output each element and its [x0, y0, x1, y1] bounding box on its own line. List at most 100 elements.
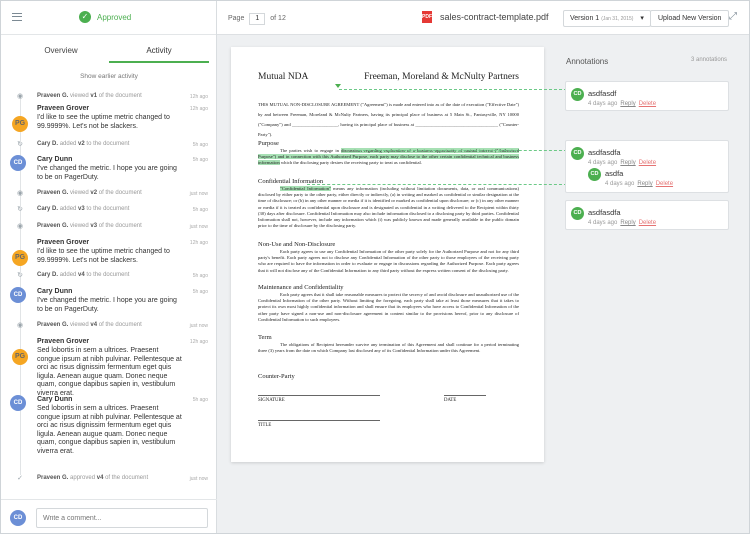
highlighted-text[interactable]: "Confidential Information" [280, 186, 331, 191]
menu-icon[interactable] [12, 13, 22, 21]
activity-event: ◉ Praveen G. viewed v3 of the document j… [1, 222, 217, 234]
signature-line [258, 395, 380, 396]
author-name[interactable]: Praveen Grover [37, 105, 89, 112]
annotation-meta: 4 days ago Reply Delete [588, 101, 656, 107]
comment-input[interactable] [36, 508, 208, 528]
text: means any information (including without… [258, 186, 519, 229]
annotation-card[interactable]: CD asdfasdf 4 days ago Reply Delete [565, 81, 729, 111]
avatar: CD [10, 395, 26, 411]
version-link[interactable]: v4 [97, 475, 104, 481]
version-link[interactable]: v3 [90, 223, 97, 229]
annotation-text: asdfasdf [588, 89, 617, 98]
delete-link[interactable]: Delete [656, 181, 673, 187]
verb: viewed [70, 190, 89, 196]
author-name[interactable]: Praveen Grover [37, 338, 89, 345]
reply-link[interactable]: Reply [637, 181, 652, 187]
timestamp: 5h ago [192, 157, 208, 163]
reply-link[interactable]: Reply [620, 220, 635, 226]
verb: approved [70, 475, 96, 481]
event-text: to the document [86, 272, 130, 278]
version-link[interactable]: v1 [90, 93, 97, 99]
check-icon: ✓ [17, 474, 23, 482]
sidebar-tabs: Overview Activity [1, 45, 217, 63]
timestamp: 5h ago [192, 207, 208, 213]
tab-activity[interactable]: Activity [109, 45, 209, 63]
pdf-file-icon: PDF [422, 11, 432, 23]
reply-link[interactable]: Reply [620, 101, 635, 107]
actor[interactable]: Praveen G. [37, 475, 68, 481]
expand-icon[interactable]: ⤢ [729, 11, 737, 22]
show-earlier-link[interactable]: Show earlier activity [1, 73, 217, 80]
message-body: I'd like to see the uptime metric change… [37, 248, 170, 264]
actor[interactable]: Praveen G. [37, 93, 68, 99]
actor[interactable]: Praveen G. [37, 322, 68, 328]
delete-link[interactable]: Delete [639, 101, 656, 107]
timestamp: 4 days ago [605, 181, 635, 187]
timestamp: just now [189, 476, 208, 482]
section-heading: Non-Use and Non-Disclosure [258, 241, 336, 248]
eye-icon: ◉ [16, 222, 24, 230]
file-title: PDF sales-contract-template.pdf [422, 11, 549, 23]
version-link[interactable]: v4 [78, 272, 85, 278]
event-text: to the document [86, 206, 130, 212]
eye-icon: ◉ [16, 189, 24, 197]
sync-icon: ↻ [17, 271, 23, 279]
annotation-card[interactable]: CD asdfasdfa 4 days ago Reply Delete [565, 200, 729, 230]
document-viewer: Page 1 of 12 PDF sales-contract-template… [217, 1, 749, 533]
verb: viewed [70, 322, 89, 328]
activity-event: ↻ Cary D. added v3 to the document 5h ag… [1, 205, 217, 217]
sync-icon: ↻ [17, 205, 23, 213]
actor[interactable]: Praveen G. [37, 223, 68, 229]
avatar: CD [571, 207, 584, 220]
actor[interactable]: Cary D. [37, 141, 58, 147]
annotation-connector [339, 89, 567, 90]
actor[interactable]: Cary D. [37, 272, 58, 278]
delete-link[interactable]: Delete [639, 220, 656, 226]
actor[interactable]: Praveen G. [37, 190, 68, 196]
version-link[interactable]: v4 [90, 322, 97, 328]
author-name[interactable]: Cary Dunn [37, 156, 72, 163]
annotation-marker[interactable] [335, 84, 341, 88]
eye-icon: ◉ [16, 321, 24, 329]
author-name[interactable]: Cary Dunn [37, 288, 72, 295]
section-heading: Purpose [258, 140, 279, 147]
verb: added [59, 272, 77, 278]
actor[interactable]: Cary D. [37, 206, 58, 212]
viewer-toolbar: Page 1 of 12 PDF sales-contract-template… [217, 1, 749, 35]
event-text: of the document [98, 190, 142, 196]
timestamp: 5h ago [192, 397, 208, 403]
message-body: I've changed the metric. I hope you are … [37, 297, 177, 313]
timestamp: 5h ago [192, 273, 208, 279]
version-link[interactable]: v3 [78, 206, 85, 212]
avatar: CD [10, 155, 26, 171]
delete-link[interactable]: Delete [639, 160, 656, 166]
page-number-input[interactable]: 1 [249, 13, 266, 25]
event-text: of the document [98, 93, 142, 99]
title-label: TITLE [258, 423, 272, 428]
annotations-count: 3 annotations [691, 57, 728, 63]
event-text: to the document [86, 141, 130, 147]
timestamp: 5h ago [192, 289, 208, 295]
author-name[interactable]: Praveen Grover [37, 239, 89, 246]
sidebar-header: ✓ Approved [1, 1, 216, 35]
doc-paragraph: The obligations of Recipient hereunder s… [258, 342, 519, 354]
avatar: PG [12, 116, 28, 132]
doc-paragraph: "Confidential Information" means any inf… [258, 186, 519, 229]
avatar: PG [12, 250, 28, 266]
page-label: Page [228, 15, 245, 22]
timestamp: 12h ago [189, 94, 208, 100]
timestamp: 12h ago [189, 106, 208, 112]
activity-event: ◉ Praveen G. viewed v4 of the document j… [1, 321, 217, 333]
version-dropdown[interactable]: Version 1 (Jan 31, 2015) ▾ [563, 10, 651, 27]
timestamp: 5h ago [192, 142, 208, 148]
annotation-card[interactable]: CD asdfasdfa 4 days ago Reply Delete CD as… [565, 140, 729, 193]
avatar: CD [10, 287, 26, 303]
reply-link[interactable]: Reply [620, 160, 635, 166]
version-link[interactable]: v2 [78, 141, 85, 147]
activity-event: ◉ Praveen G. viewed v2 of the document j… [1, 189, 217, 201]
chevron-down-icon: ▾ [640, 15, 644, 22]
tab-overview[interactable]: Overview [26, 45, 96, 63]
version-link[interactable]: v2 [90, 190, 97, 196]
author-name[interactable]: Cary Dunn [37, 396, 72, 403]
upload-version-button[interactable]: Upload New Version [650, 10, 730, 27]
